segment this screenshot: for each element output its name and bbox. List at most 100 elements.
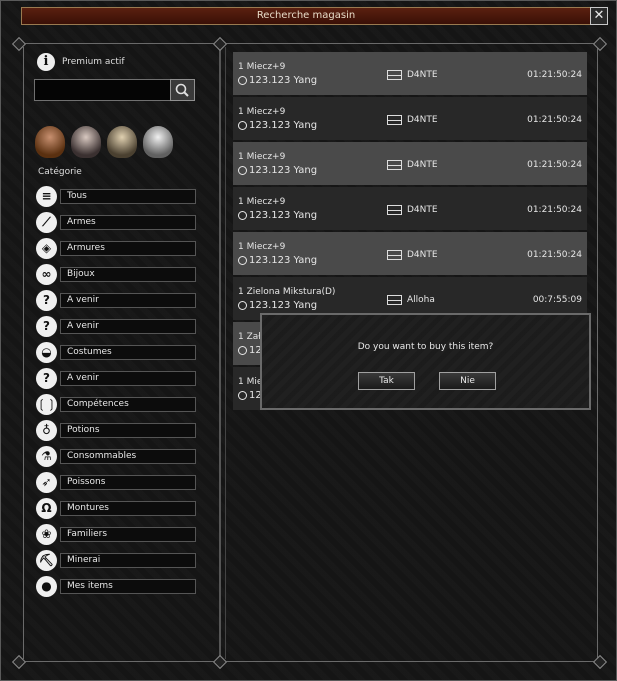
seller-name: Alloha [407,295,435,305]
listing-row[interactable]: 1 Miecz+9 123.123 Yang D4NTE 01:21:50:24 [233,52,587,95]
envelope-icon[interactable] [387,115,402,125]
sword-icon: ⟋ [36,212,57,233]
category-item[interactable]: ● Mes items [36,576,196,597]
yang-coin-icon [238,301,247,310]
listing-row[interactable]: 1 Miecz+9 123.123 Yang D4NTE 01:21:50:24 [233,97,587,140]
search-button[interactable] [170,79,195,101]
category-item[interactable]: ⟋ Armes [36,212,196,233]
listing-row[interactable]: 1 Miecz+9 123.123 Yang D4NTE 01:21:50:24 [233,232,587,275]
category-label: Bijoux [60,267,196,282]
frame-left [23,47,24,659]
sura-avatar[interactable] [107,126,137,158]
category-label: Potions [60,423,196,438]
cancel-button[interactable]: Nie [439,372,496,390]
question-icon: ? [36,290,57,311]
seller-name: D4NTE [407,115,438,125]
question-icon: ? [36,316,57,337]
fish-icon: ➶ [36,472,57,493]
category-label: Familiers [60,527,196,542]
item-name: 1 Miecz+9 [238,242,286,252]
yang-coin-icon [238,76,247,85]
frame-divider [219,47,221,659]
item-name: 1 Miecz+9 [238,152,286,162]
seller: D4NTE [387,205,438,215]
item-name: 1 Miecz+9 [238,197,286,207]
mask-icon: ◒ [36,342,57,363]
envelope-icon[interactable] [387,70,402,80]
category-item[interactable]: ❲❳ Compétences [36,394,196,415]
dialog-message: Do you want to buy this item? [357,342,494,352]
category-label: A venir [60,319,196,334]
item-price: 12 [238,345,262,356]
frame-corner [592,654,608,670]
category-label: Costumes [60,345,196,360]
item-price: 123.123 Yang [238,300,317,311]
search-input[interactable] [34,79,171,101]
time-remaining: 01:21:50:24 [527,115,582,125]
envelope-icon[interactable] [387,205,402,215]
ninja-avatar[interactable] [71,126,101,158]
category-item[interactable]: ? A venir [36,290,196,311]
shield-icon: ◈ [36,238,57,259]
category-item[interactable]: ◒ Costumes [36,342,196,363]
category-item[interactable]: ? A venir [36,368,196,389]
category-item[interactable]: ≡ Tous [36,186,196,207]
seller: Alloha [387,295,435,305]
price-value: 123.123 Yang [249,75,318,86]
frame-bottom [19,661,601,662]
price-value: 123.123 Yang [249,165,318,176]
item-name: 1 Mie [238,377,263,387]
category-item[interactable]: ➶ Poissons [36,472,196,493]
search-icon [175,83,189,97]
item-name: 1 Zielona Mikstura(D) [238,287,336,297]
category-label: Minerai [60,553,196,568]
item-price: 123.123 Yang [238,255,317,266]
category-label: Compétences [60,397,196,412]
time-remaining: 00:7:55:09 [532,295,582,305]
category-item[interactable]: ♁ Potions [36,420,196,441]
envelope-icon[interactable] [387,250,402,260]
confirm-button[interactable]: Tak [358,372,415,390]
info-icon[interactable]: i [37,53,55,71]
window-title[interactable]: Recherche magasin [21,7,591,25]
warrior-avatar[interactable] [35,126,65,158]
category-item[interactable]: ◈ Armures [36,238,196,259]
item-name: 1 Zał [238,332,261,342]
item-price: 123.123 Yang [238,120,317,131]
category-item[interactable]: ❀ Familiers [36,524,196,545]
category-label: Mes items [60,579,196,594]
envelope-icon[interactable] [387,160,402,170]
category-label: A venir [60,371,196,386]
seller: D4NTE [387,160,438,170]
yang-coin-icon [238,121,247,130]
category-item[interactable]: Ω Montures [36,498,196,519]
item-price: 123.123 Yang [238,210,317,221]
seller: D4NTE [387,115,438,125]
shaman-avatar[interactable] [143,126,173,158]
listing-row[interactable]: 1 Miecz+9 123.123 Yang D4NTE 01:21:50:24 [233,142,587,185]
yang-coin-icon [238,211,247,220]
category-item[interactable]: ? A venir [36,316,196,337]
category-item[interactable]: ⛏ Minerai [36,550,196,571]
category-item[interactable]: ⚗ Consommables [36,446,196,467]
yang-coin-icon [238,256,247,265]
category-item[interactable]: ∞ Bijoux [36,264,196,285]
frame-right [597,47,598,659]
seller: D4NTE [387,250,438,260]
seller-name: D4NTE [407,70,438,80]
potion-icon: ♁ [36,420,57,441]
pickaxe-icon: ⛏ [36,550,57,571]
frame-top [19,43,601,44]
seller-name: D4NTE [407,160,438,170]
item-name: 1 Miecz+9 [238,107,286,117]
listing-row[interactable]: 1 Miecz+9 123.123 Yang D4NTE 01:21:50:24 [233,187,587,230]
envelope-icon[interactable] [387,295,402,305]
close-button[interactable]: ✕ [590,7,608,25]
item-price: 123.123 Yang [238,75,317,86]
paw-icon: ❀ [36,524,57,545]
frame-corner [592,36,608,52]
confirm-dialog: Do you want to buy this item? Tak Nie [260,313,591,410]
yang-coin-icon [238,391,247,400]
category-label: Armes [60,215,196,230]
price-value: 123.123 Yang [249,255,318,266]
